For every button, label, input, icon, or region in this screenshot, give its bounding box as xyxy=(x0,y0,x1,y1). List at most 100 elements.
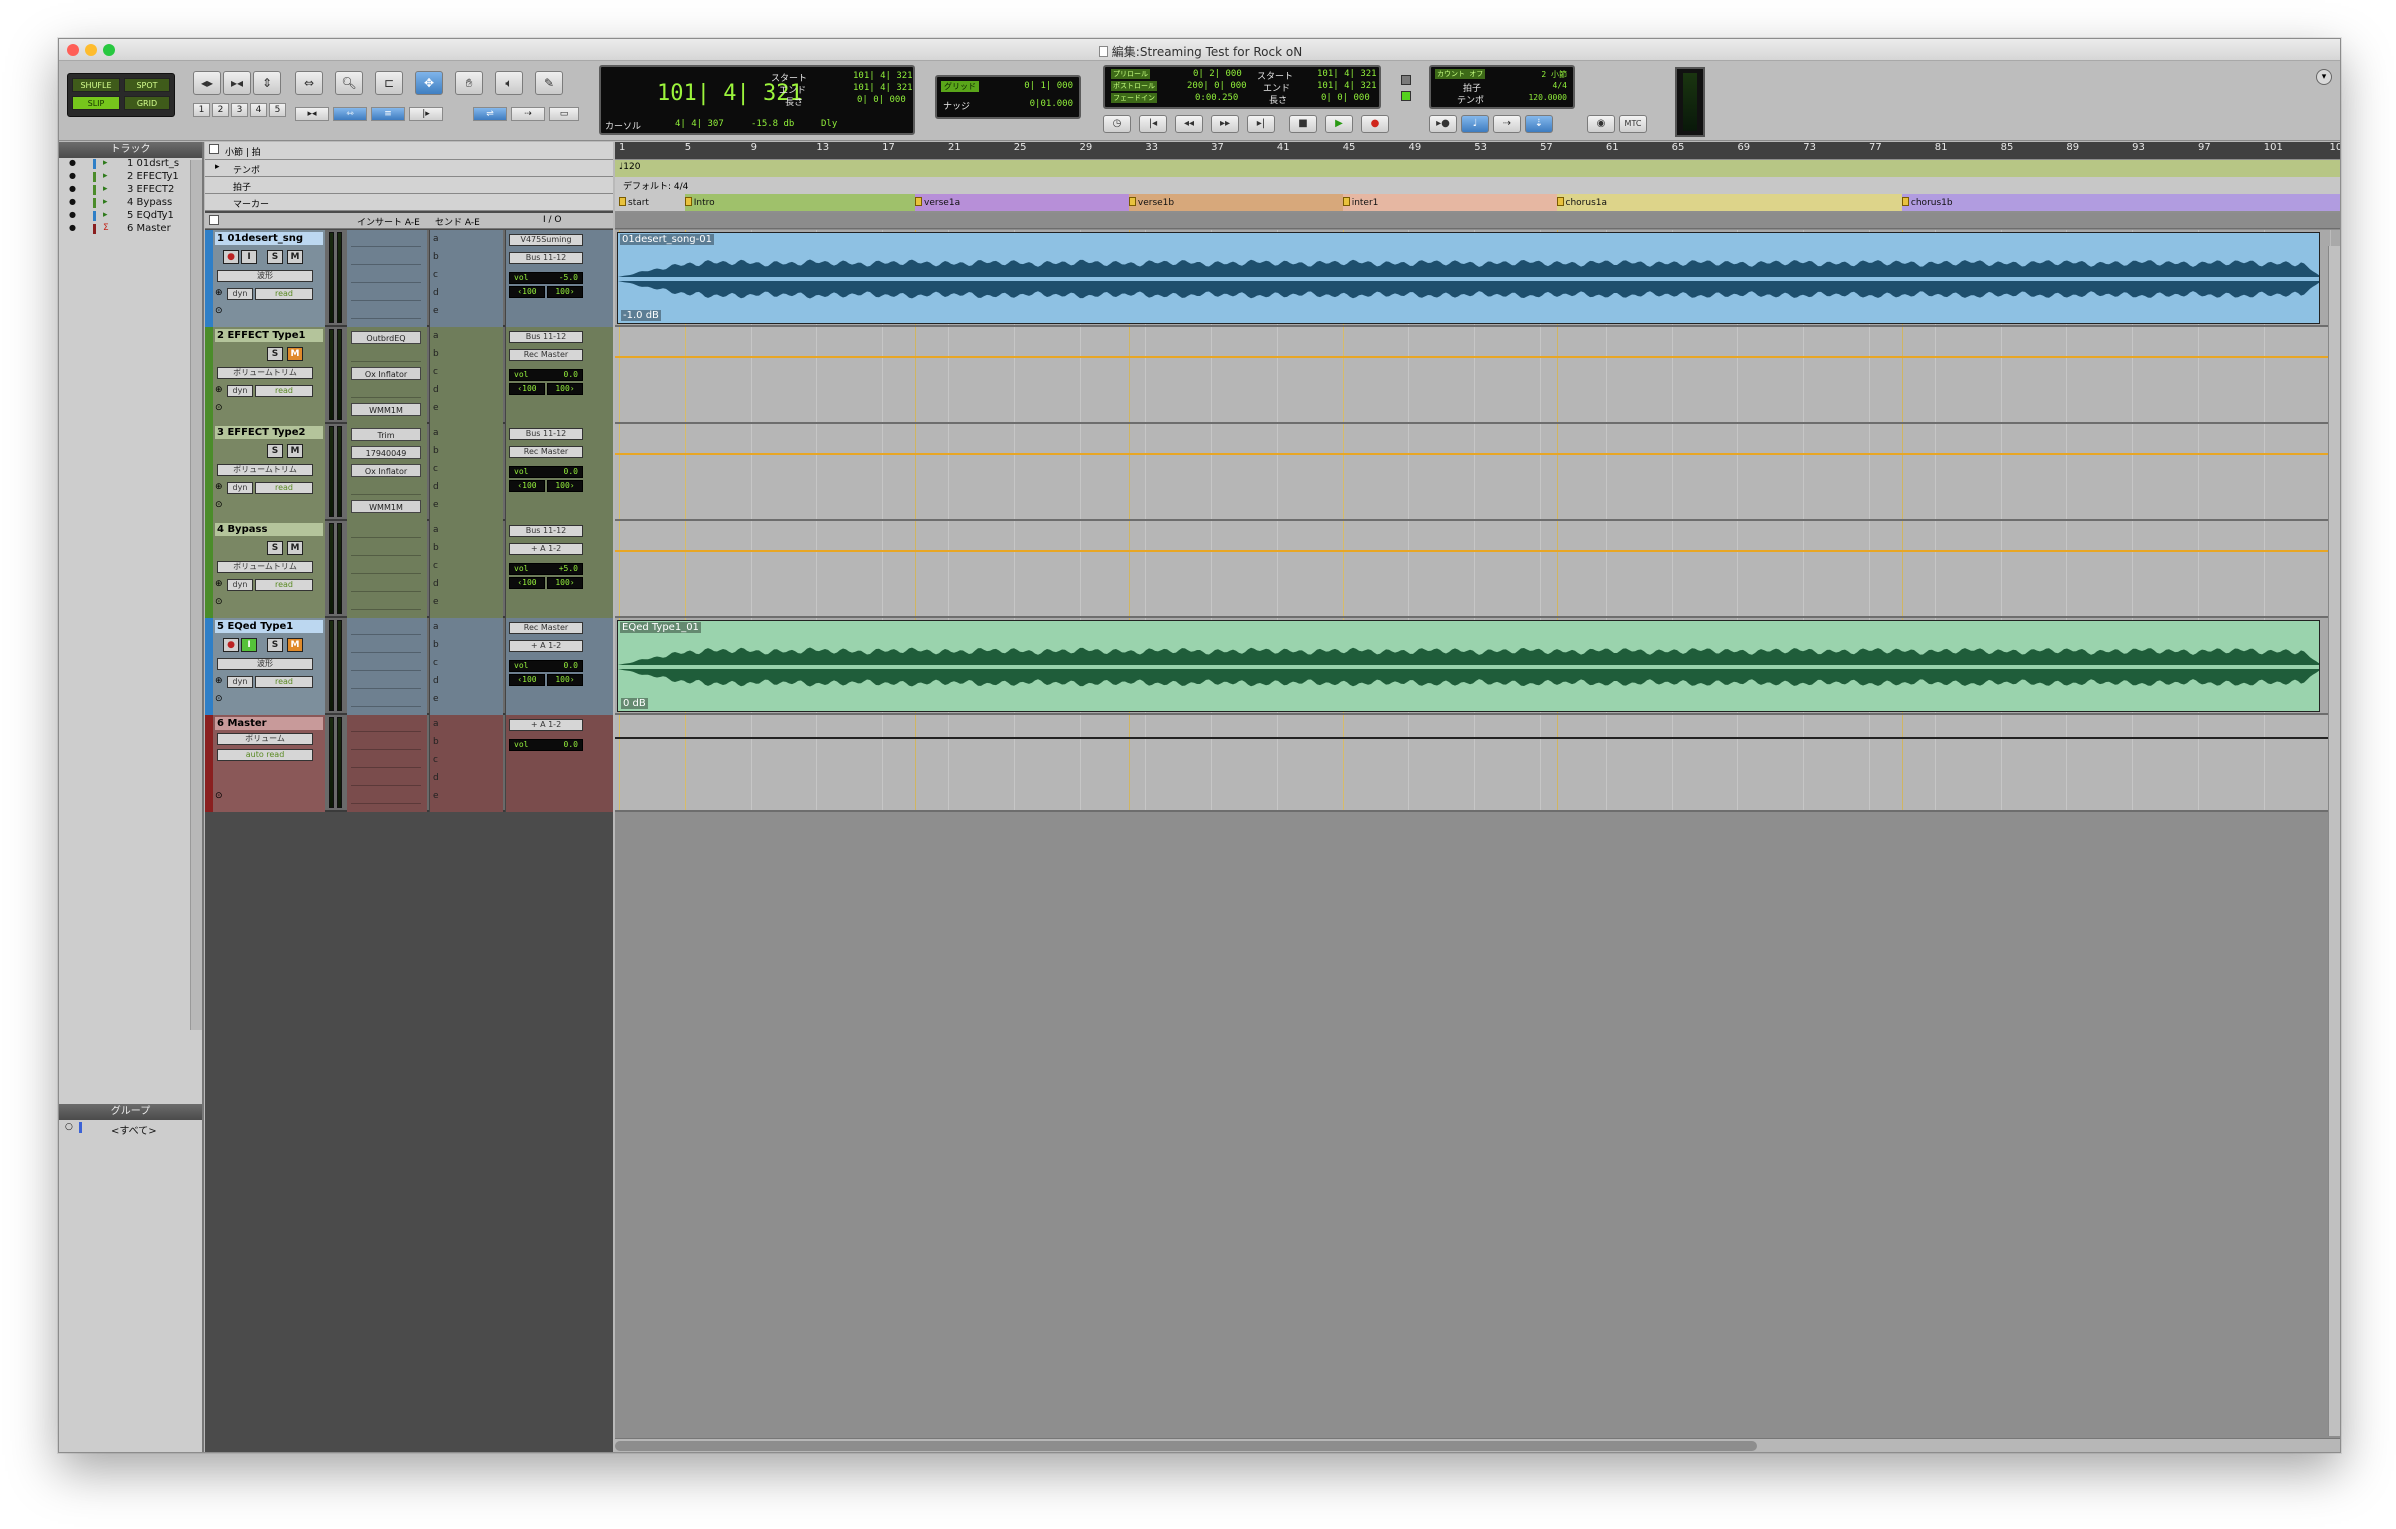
preroll-postroll-display[interactable]: プリロール ポストロール フェードイン 0| 2| 000 200| 0| 00… xyxy=(1103,65,1381,109)
volume-automation-line[interactable] xyxy=(615,355,2340,358)
fast-forward-button[interactable]: ▸▸ xyxy=(1211,115,1239,133)
record-button[interactable]: ● xyxy=(1361,115,1389,133)
link-timeline-button[interactable]: ⇿ xyxy=(333,107,367,121)
record-enable-button[interactable]: ● xyxy=(223,638,239,652)
rewind-button[interactable]: ◂◂ xyxy=(1175,115,1203,133)
send-slot-letter[interactable]: c xyxy=(433,367,443,377)
show-track-icon[interactable]: ● xyxy=(69,223,76,232)
tempo-ruler[interactable]: ♩120 xyxy=(615,160,2340,177)
dyn-button[interactable]: dyn xyxy=(227,482,253,494)
send-slot-letter[interactable]: e xyxy=(433,791,443,801)
insert-slot[interactable] xyxy=(351,676,421,689)
track-header[interactable]: 5 EQed Type1 ● I S M 波形 ⊕ dyn read ⊙ a b c d e Rec Mast… xyxy=(205,618,613,715)
playlist-icon[interactable]: ⊙ xyxy=(215,403,223,413)
send-slot-letter[interactable]: a xyxy=(433,331,443,341)
horizontal-scroll-thumb[interactable] xyxy=(615,1441,1757,1451)
go-to-end-button[interactable]: ▸| xyxy=(1247,115,1275,133)
insert-slot[interactable] xyxy=(351,597,421,610)
send-slot-letter[interactable]: a xyxy=(433,525,443,535)
marker-chorus1a[interactable]: chorus1a xyxy=(1556,197,1607,208)
track-lane[interactable]: 01desert_song-01 -1.0 dB xyxy=(615,230,2340,327)
insert-slot[interactable]: 17940049 xyxy=(351,446,421,459)
insert-slot[interactable]: WMM1M xyxy=(351,500,421,513)
insertion-follows-playback-button[interactable]: |▸ xyxy=(409,107,443,121)
bars-beats-ruler[interactable]: 1 5 9 13 17 21 25 29 33 37 41 45 49 53 57 61 65 69 73 77 81 8… xyxy=(615,142,2340,159)
track-name[interactable]: 2 EFFECT Type1 xyxy=(215,329,323,342)
pan-right-readout[interactable]: 100› xyxy=(547,480,583,492)
solo-button[interactable]: S xyxy=(267,347,283,361)
pan-right-readout[interactable]: 100› xyxy=(547,674,583,686)
output-selector[interactable]: Bus 11-12 xyxy=(509,525,583,537)
marker-start[interactable]: start xyxy=(619,197,649,208)
marker-verse1a[interactable]: verse1a xyxy=(915,197,960,208)
pan-right-readout[interactable]: 100› xyxy=(547,577,583,589)
send-slot-letter[interactable]: d xyxy=(433,579,443,589)
send-slot-letter[interactable]: e xyxy=(433,403,443,413)
track-options-icon[interactable] xyxy=(209,215,219,225)
track-lane[interactable] xyxy=(615,715,2340,812)
horizontal-scrollbar[interactable] xyxy=(615,1438,2340,1452)
dyn-button[interactable]: dyn xyxy=(227,288,253,300)
send-slot-letter[interactable]: d xyxy=(433,288,443,298)
track-header[interactable]: 6 Master ボリューム auto read ⊙ a b c d e + A 1-2 vol 0.… xyxy=(205,715,613,812)
tempo-marker[interactable]: ♩120 xyxy=(619,162,640,172)
solo-button[interactable]: S xyxy=(267,444,283,458)
grid-mode-button[interactable]: GRID xyxy=(124,96,170,110)
grabber-tool-button[interactable]: ✋︎ xyxy=(455,71,483,95)
track-name[interactable]: 4 Bypass xyxy=(215,523,323,536)
marker-ruler[interactable]: start Intro verse1a verse1b inter1 chorus1a ch… xyxy=(615,194,2340,211)
link-track-selection-button[interactable]: ≡ xyxy=(371,107,405,121)
playlist-icon[interactable]: ⊙ xyxy=(215,694,223,704)
insert-slot[interactable] xyxy=(351,579,421,592)
automation-mode-selector[interactable]: read xyxy=(255,482,313,494)
online-button[interactable]: ◷ xyxy=(1103,115,1131,133)
automation-mode-selector[interactable]: read xyxy=(255,288,313,300)
marker-Intro[interactable]: Intro xyxy=(684,197,715,208)
mute-button[interactable]: M xyxy=(287,444,303,458)
send-slot-letter[interactable]: c xyxy=(433,464,443,474)
insert-slot[interactable] xyxy=(351,270,421,283)
clip-gain[interactable]: -1.0 dB xyxy=(621,310,661,321)
insert-slot[interactable] xyxy=(351,622,421,635)
postroll-value[interactable]: 200| 0| 000 xyxy=(1187,81,1247,91)
send-slot-letter[interactable]: e xyxy=(433,597,443,607)
main-counter-display[interactable]: 101| 4| 321 スタート エンド 長さ 101| 4| 321 101|… xyxy=(599,65,915,135)
insert-slot[interactable] xyxy=(351,719,421,732)
solo-button[interactable]: S xyxy=(267,541,283,555)
toolbar-menu-button[interactable]: ▾ xyxy=(2316,69,2332,85)
pan-left-readout[interactable]: ‹100 xyxy=(509,674,545,686)
track-view-selector[interactable]: ボリュームトリム xyxy=(217,464,313,476)
insert-slot[interactable] xyxy=(351,482,421,495)
insert-slot[interactable] xyxy=(351,234,421,247)
track-view-selector[interactable]: ボリューム xyxy=(217,733,313,745)
zoom-preset-1[interactable]: 1 xyxy=(193,103,210,117)
pan-right-readout[interactable]: 100› xyxy=(547,383,583,395)
countoff-label[interactable]: カウント オフ xyxy=(1435,69,1486,79)
playlist-icon[interactable]: ⊙ xyxy=(215,791,223,801)
bus-selector[interactable]: + A 1-2 xyxy=(509,640,583,652)
output-selector[interactable]: Bus 11-12 xyxy=(509,428,583,440)
track-lane[interactable] xyxy=(615,424,2340,521)
send-slot-letter[interactable]: b xyxy=(433,640,443,650)
send-slot-letter[interactable]: b xyxy=(433,446,443,456)
pan-left-readout[interactable]: ‹100 xyxy=(509,577,545,589)
send-slot-letter[interactable]: b xyxy=(433,737,443,747)
insert-slot[interactable]: WMM1M xyxy=(351,403,421,416)
marker-verse1b[interactable]: verse1b xyxy=(1128,197,1174,208)
shuffle-mode-button[interactable]: SHUFLE xyxy=(72,78,120,92)
insert-slot[interactable]: OutbrdEQ xyxy=(351,331,421,344)
spot-mode-button[interactable]: SPOT xyxy=(124,78,170,92)
bus-selector[interactable]: Rec Master xyxy=(509,446,583,458)
bus-selector[interactable]: Bus 11-12 xyxy=(509,252,583,264)
send-slot-letter[interactable]: c xyxy=(433,561,443,571)
output-selector[interactable]: Bus 11-12 xyxy=(509,331,583,343)
track-header[interactable]: 1 01desert_sng ● I S M 波形 ⊕ dyn read ⊙ a b c d e V475Su… xyxy=(205,230,613,327)
dyn-button[interactable]: dyn xyxy=(227,579,253,591)
volume-fader-readout[interactable]: vol 0.0 xyxy=(509,739,583,751)
smart-tool-button[interactable]: ✥ xyxy=(415,71,443,95)
pan-left-readout[interactable]: ‹100 xyxy=(509,480,545,492)
insert-slot[interactable]: Ox Inflator xyxy=(351,464,421,477)
merge-button[interactable]: ⇣ xyxy=(1525,115,1553,133)
group-item-all[interactable]: ○ <すべて> xyxy=(59,1122,202,1137)
send-slot-letter[interactable]: e xyxy=(433,500,443,510)
